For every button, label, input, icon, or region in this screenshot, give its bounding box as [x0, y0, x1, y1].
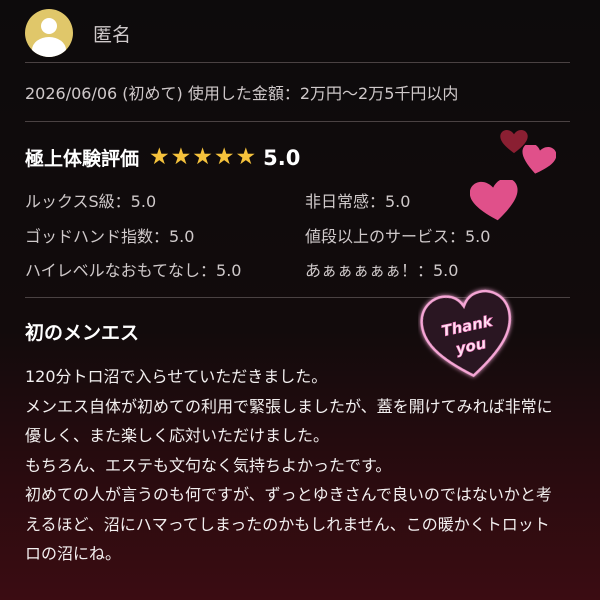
sub-rating-god-hand: ゴッドハンド指数：5.0	[25, 227, 195, 246]
sub-rating-unusual: 非日常感：5.0	[305, 192, 411, 211]
review-title: 初のメンエス	[25, 322, 140, 344]
reviewer-name: 匿名	[93, 23, 132, 46]
review-paragraph: 120分トロ沼で入らせていただきました。	[25, 367, 328, 386]
star-icon: ★	[149, 144, 170, 170]
divider	[25, 121, 570, 122]
star-icon: ★	[192, 144, 213, 170]
review-paragraph: 初めての人が言うのも何ですが、ずっとゆきさんで良いのではないかと考えるほど、沼に…	[25, 485, 552, 563]
large-heart-icon	[470, 180, 518, 221]
star-rating: ★ ★ ★ ★ ★	[149, 146, 257, 169]
star-icon: ★	[235, 144, 257, 170]
pink-heart-icon	[522, 145, 556, 174]
rating-summary: 極上体験評価 ★ ★ ★ ★ ★ 5.0	[25, 144, 300, 171]
star-icon: ★	[213, 144, 235, 170]
review-paragraph: もちろん、エステも文句なく気持ちよかったです。	[25, 455, 392, 475]
rating-title: 極上体験評価	[25, 148, 140, 170]
visit-meta: 2026/06/06 (初めて) 使用した金額：2万円〜2万5千円以内	[25, 84, 459, 103]
sub-rating-hospitality: ハイレベルなおもてなし：5.0	[25, 261, 242, 280]
review-paragraph: メンエス自体が初めての利用で緊張しましたが、蓋を開けてみれば非常に優しく、また楽…	[25, 396, 553, 446]
avatar	[25, 9, 73, 57]
reviewer-header: 匿名	[25, 8, 131, 58]
divider	[25, 62, 570, 63]
sub-rating-value: 値段以上のサービス：5.0	[305, 227, 491, 246]
sub-rating-looks: ルックスS級：5.0	[25, 192, 157, 211]
review-body: 120分トロ沼で入らせていただきました。 メンエス自体が初めての利用で緊張しまし…	[25, 362, 565, 569]
star-icon: ★	[170, 144, 192, 170]
avatar-body	[32, 37, 66, 57]
overall-score: 5.0	[263, 145, 301, 170]
sub-rating-ah: あぁぁぁぁぁ！：5.0	[305, 261, 459, 280]
avatar-head	[41, 18, 57, 34]
